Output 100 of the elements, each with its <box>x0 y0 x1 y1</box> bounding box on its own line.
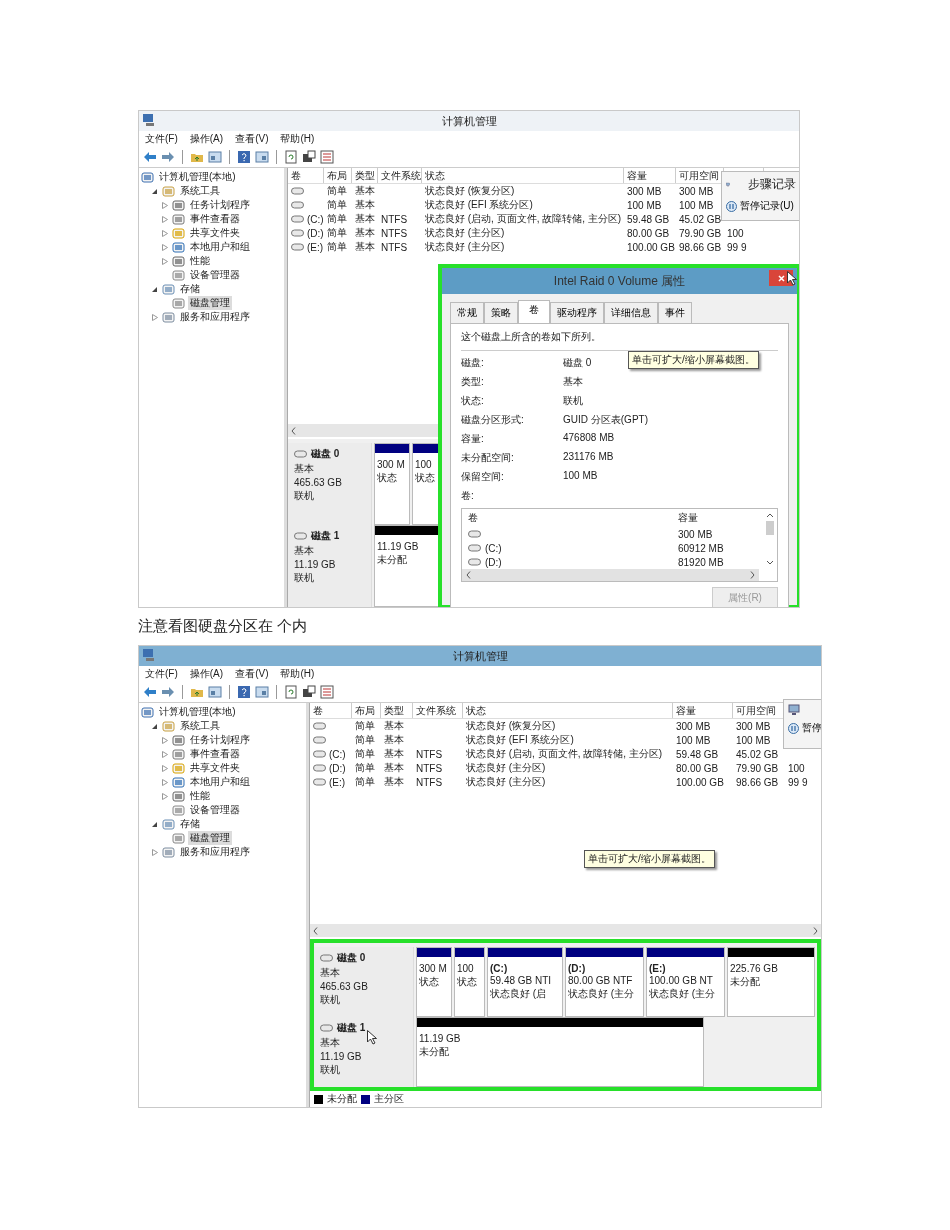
menu-item[interactable]: 帮助(H) <box>280 667 315 681</box>
collapsed-arrow-icon[interactable] <box>162 778 168 786</box>
collapsed-arrow-icon[interactable] <box>152 313 158 321</box>
tree-item[interactable]: 存储 <box>178 817 202 831</box>
tree-item[interactable]: 磁盘管理 <box>188 831 232 845</box>
tree-item[interactable]: 共享文件夹 <box>188 761 242 775</box>
column-header[interactable]: 状态 <box>463 703 673 718</box>
collapsed-arrow-icon[interactable] <box>162 750 168 758</box>
table-cell: 59.48 GB <box>627 213 670 225</box>
tree-item[interactable]: 系统工具 <box>178 719 222 733</box>
tree-item[interactable]: 服务和应用程序 <box>178 845 252 859</box>
column-header[interactable]: 容量 <box>673 703 733 718</box>
tree-item[interactable]: 本地用户和组 <box>188 240 252 254</box>
tree-item[interactable]: 服务和应用程序 <box>178 310 252 324</box>
column-header[interactable]: 卷 <box>468 512 478 523</box>
scroll-left-icon[interactable] <box>291 426 296 435</box>
partition[interactable]: 300 M 状态 <box>416 947 452 1017</box>
expanded-arrow-icon[interactable] <box>152 285 158 293</box>
tab[interactable]: 常规 <box>450 302 484 323</box>
panel-icon[interactable] <box>255 685 269 699</box>
collapsed-arrow-icon[interactable] <box>162 736 168 744</box>
tab[interactable]: 卷 <box>518 300 550 323</box>
column-header[interactable]: 文件系统 <box>378 168 422 183</box>
partition[interactable]: 300 M 状态 <box>374 443 410 525</box>
tree-item[interactable]: 任务计划程序 <box>188 198 252 212</box>
scroll-right-icon[interactable] <box>750 571 755 579</box>
horizontal-scrollbar[interactable] <box>462 569 759 581</box>
tree-item[interactable]: 共享文件夹 <box>188 226 242 240</box>
forward-arrow-icon[interactable] <box>161 685 175 699</box>
column-header[interactable]: 容量 <box>624 168 676 183</box>
tree-item[interactable]: 事件查看器 <box>188 747 242 761</box>
partition[interactable]: (E:) 100.00 GB NT 状态良好 (主分 <box>646 947 725 1017</box>
collapsed-arrow-icon[interactable] <box>162 243 168 251</box>
horizontal-scrollbar[interactable] <box>310 924 821 937</box>
menu-item[interactable]: 帮助(H) <box>280 132 315 146</box>
partition[interactable]: 100 状态 <box>454 947 485 1017</box>
window-title: 计算机管理 <box>452 648 508 664</box>
tree-item[interactable]: 系统工具 <box>178 184 222 198</box>
tree-item[interactable]: 设备管理器 <box>188 803 242 817</box>
tree-item[interactable]: 事件查看器 <box>188 212 242 226</box>
column-header[interactable]: 状态 <box>422 168 624 183</box>
properties-icon[interactable] <box>302 150 316 164</box>
tree-item[interactable]: 设备管理器 <box>188 268 242 282</box>
scroll-left-icon[interactable] <box>313 926 318 935</box>
tree-item[interactable]: 任务计划程序 <box>188 733 252 747</box>
menu-item[interactable]: 操作(A) <box>189 132 224 146</box>
column-header[interactable]: 文件系统 <box>413 703 463 718</box>
partition[interactable]: (C:) 59.48 GB NTI 状态良好 (启 <box>487 947 563 1017</box>
partition[interactable]: (D:) 80.00 GB NTF 状态良好 (主分 <box>565 947 644 1017</box>
column-header[interactable]: 布局 <box>324 168 352 183</box>
panel-icon[interactable] <box>208 685 222 699</box>
panel-icon[interactable] <box>208 150 222 164</box>
pause-icon <box>726 200 737 212</box>
pause-button[interactable]: 暂停 <box>788 721 821 735</box>
scroll-right-icon[interactable] <box>813 926 818 935</box>
tab[interactable]: 详细信息 <box>604 302 658 323</box>
tree-item[interactable]: 磁盘管理 <box>188 296 232 310</box>
properties-icon[interactable] <box>302 685 316 699</box>
tab[interactable]: 策略 <box>484 302 518 323</box>
column-header[interactable]: 布局 <box>352 703 381 718</box>
column-header[interactable]: 类型 <box>352 168 378 183</box>
collapsed-arrow-icon[interactable] <box>162 792 168 800</box>
list-cell-text: 300 MB <box>678 528 714 540</box>
tree-item[interactable]: 存储 <box>178 282 202 296</box>
collapsed-arrow-icon[interactable] <box>162 201 168 209</box>
collapsed-arrow-icon[interactable] <box>162 215 168 223</box>
collapsed-arrow-icon[interactable] <box>162 229 168 237</box>
back-arrow-icon[interactable] <box>143 685 157 699</box>
tab[interactable]: 驱动程序 <box>550 302 604 323</box>
tree-item[interactable]: 性能 <box>188 789 212 803</box>
partition[interactable]: 225.76 GB 未分配 <box>727 947 815 1017</box>
expanded-arrow-icon[interactable] <box>152 820 158 828</box>
recorder-icon <box>788 704 800 715</box>
tree-item[interactable]: 计算机管理(本地) <box>157 170 238 184</box>
collapsed-arrow-icon[interactable] <box>162 764 168 772</box>
scroll-left-icon[interactable] <box>466 571 471 579</box>
expanded-arrow-icon[interactable] <box>152 187 158 195</box>
expanded-arrow-icon[interactable] <box>152 722 158 730</box>
panel-icon[interactable] <box>255 150 269 164</box>
tree-item[interactable]: 计算机管理(本地) <box>157 705 238 719</box>
tab[interactable]: 事件 <box>658 302 692 323</box>
column-header[interactable]: 卷 <box>310 703 352 718</box>
column-header[interactable]: 类型 <box>381 703 413 718</box>
help-icon[interactable] <box>237 150 251 164</box>
collapsed-arrow-icon[interactable] <box>162 257 168 265</box>
column-header[interactable]: 卷 <box>288 168 324 183</box>
column-header[interactable]: 容量 <box>678 512 698 523</box>
tree-item[interactable]: 性能 <box>188 254 212 268</box>
menu-item[interactable]: 文件(F) <box>145 132 178 146</box>
forward-arrow-icon[interactable] <box>161 150 175 164</box>
tree-item[interactable]: 本地用户和组 <box>188 775 252 789</box>
menu-item[interactable]: 查看(V) <box>235 132 269 146</box>
menu-item[interactable]: 文件(F) <box>145 667 178 681</box>
back-arrow-icon[interactable] <box>143 150 157 164</box>
help-icon[interactable] <box>237 685 251 699</box>
pause-button[interactable]: 暂停记录(U) <box>726 199 794 213</box>
menu-item[interactable]: 查看(V) <box>235 667 269 681</box>
partition[interactable]: 11.19 GB 未分配 <box>416 1017 704 1087</box>
collapsed-arrow-icon[interactable] <box>152 848 158 856</box>
menu-item[interactable]: 操作(A) <box>189 667 224 681</box>
